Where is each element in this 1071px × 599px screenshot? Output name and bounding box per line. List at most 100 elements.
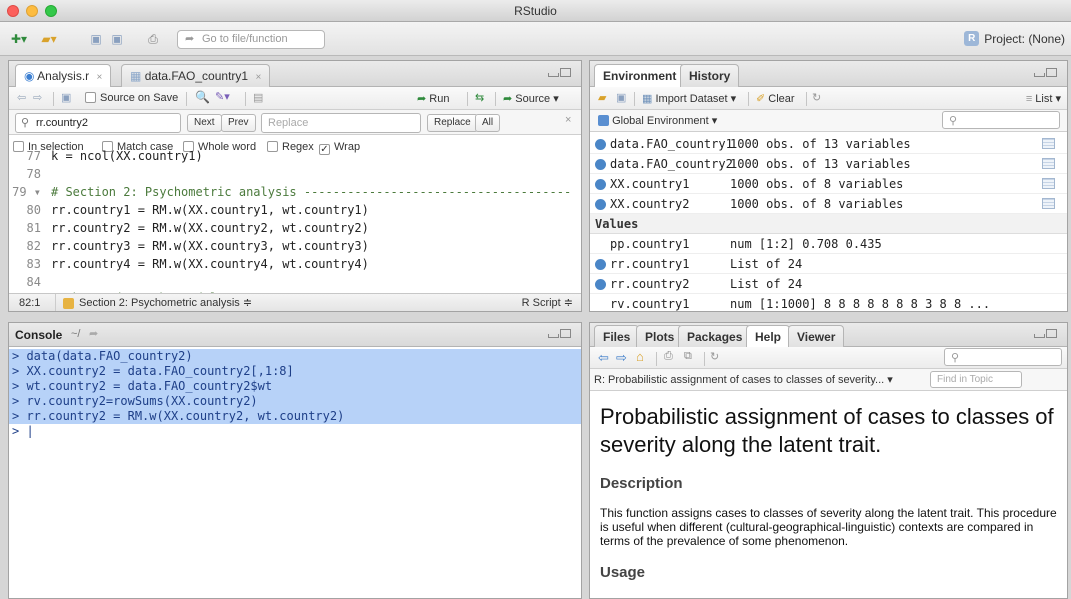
help-back-icon[interactable]: ⇦ — [598, 350, 609, 366]
environment-row[interactable]: rv.country1 num [1:1000] 8 8 8 8 8 8 8 3 … — [590, 294, 1067, 311]
go-to-file-input[interactable]: ➦ Go to file/function — [177, 30, 325, 49]
forward-icon[interactable]: ⇨ — [33, 91, 42, 104]
environment-row[interactable]: XX.country1 1000 obs. of 8 variables — [590, 174, 1067, 194]
replace-input[interactable]: Replace — [261, 113, 421, 133]
find-input-value: rr.country2 — [36, 117, 88, 129]
tab-environment[interactable]: Environment — [594, 64, 686, 88]
source-on-save-checkbox[interactable]: Source on Save — [85, 92, 178, 104]
close-tab-icon[interactable]: × — [255, 72, 261, 83]
tab-history[interactable]: History — [680, 64, 740, 87]
refresh-icon[interactable]: ↻ — [812, 91, 821, 104]
find-replace-icon[interactable]: 🔍 — [195, 90, 210, 104]
help-print-icon[interactable]: ⎙ — [664, 350, 673, 363]
help-home-icon[interactable]: ⌂ — [636, 349, 644, 364]
tab-viewer[interactable]: Viewer — [788, 325, 845, 348]
view-data-icon[interactable] — [1042, 158, 1055, 169]
clear-button[interactable]: ✐ Clear — [756, 92, 795, 105]
expand-icon[interactable] — [595, 259, 606, 270]
console-output[interactable]: > data(data.FAO_country2) > XX.country2 … — [9, 349, 581, 439]
project-label: Project: (None) — [984, 31, 1065, 46]
environment-row[interactable]: data.FAO_country1 1000 obs. of 13 variabl… — [590, 134, 1067, 154]
rerun-icon[interactable]: ⇆ — [475, 91, 484, 104]
console-title: Console — [15, 328, 63, 342]
help-window-controls[interactable] — [1033, 329, 1059, 341]
help-popout-icon[interactable]: ⧉ — [684, 350, 692, 363]
run-button[interactable]: ➦ Run — [417, 92, 449, 105]
source-tabbar: ◉ Analysis.r × ▦ data.FAO_country1 × — [9, 61, 581, 88]
outline-icon[interactable]: ▤ — [253, 91, 263, 104]
print-icon[interactable]: ⎙ — [144, 31, 162, 47]
open-project-icon[interactable]: ▰▾ — [36, 31, 62, 47]
source-arrow-icon: ➦ — [503, 93, 513, 105]
go-to-file-arrow-icon: ➦ — [185, 33, 195, 45]
tab-data-fao-country1[interactable]: ▦ data.FAO_country1 × — [121, 64, 271, 87]
find-prev-button[interactable]: Prev — [221, 114, 256, 132]
source-button[interactable]: ➦ Source ▾ — [503, 92, 559, 105]
console-line: > rr.country2 = RM.w(XX.country2, wt.cou… — [9, 409, 581, 424]
environment-window-controls[interactable] — [1033, 68, 1059, 80]
expand-icon[interactable] — [595, 139, 606, 150]
load-workspace-icon[interactable]: ▰ — [598, 91, 606, 104]
help-search-input[interactable]: ⚲ — [944, 348, 1062, 366]
view-data-icon[interactable] — [1042, 198, 1055, 209]
save-file-icon[interactable]: ▣ — [61, 91, 71, 104]
expand-icon[interactable] — [595, 279, 606, 290]
help-topic-menu[interactable]: R: Probabilistic assignment of cases to … — [594, 373, 893, 386]
console-line: > wt.country2 = data.FAO_country2$wt — [9, 379, 581, 394]
save-icon[interactable]: ▣ — [88, 31, 104, 47]
expand-icon[interactable] — [595, 179, 606, 190]
expand-icon[interactable] — [595, 159, 606, 170]
back-icon[interactable]: ⇦ — [17, 91, 26, 104]
view-data-icon[interactable] — [1042, 178, 1055, 189]
import-dataset-button[interactable]: ▦ Import Dataset ▾ — [642, 92, 736, 105]
save-workspace-icon[interactable]: ▣ — [616, 91, 626, 104]
tab-packages[interactable]: Packages — [678, 325, 752, 348]
view-data-icon[interactable] — [1042, 138, 1055, 149]
code-editor[interactable]: 77 k = ncol(XX.country1) 78 79 ▾ # Section… — [9, 149, 581, 299]
code-tools-icon[interactable]: ✎▾ — [215, 90, 230, 103]
code-line: 80 rr.country1 = RM.w(XX.country1, wt.cou… — [26, 203, 369, 217]
help-tabbar: Files Plots Packages Help Viewer — [590, 323, 1067, 349]
console-window-controls[interactable] — [547, 329, 573, 341]
go-to-file-placeholder: Go to file/function — [202, 33, 288, 45]
close-tab-icon[interactable]: × — [97, 72, 103, 83]
tab-help[interactable]: Help — [746, 325, 791, 349]
help-toolbar: ⇦ ⇨ ⌂ ⎙ ⧉ ↻ ⚲ — [590, 347, 1067, 369]
list-view-menu[interactable]: ≡ List ▾ — [1026, 92, 1061, 105]
editor-status-bar: 82:1 Section 2: Psychometric analysis ≑ … — [9, 293, 581, 311]
replace-button[interactable]: Replace — [427, 114, 478, 132]
environment-row[interactable]: rr.country2 List of 24 — [590, 274, 1067, 294]
console-header: Console ~/ ➦ — [9, 323, 581, 347]
source-pane: ◉ Analysis.r × ▦ data.FAO_country1 × ⇦ ⇨… — [8, 60, 582, 312]
expand-icon[interactable] — [595, 199, 606, 210]
source-pane-window-controls[interactable] — [547, 68, 573, 80]
replace-all-button[interactable]: All — [475, 114, 501, 132]
close-find-icon[interactable]: × — [565, 114, 571, 126]
cursor-position: 82:1 — [19, 297, 41, 309]
tab-label: Analysis.r — [37, 69, 90, 83]
new-file-icon[interactable]: ✚▾ — [8, 31, 30, 47]
help-forward-icon[interactable]: ⇨ — [616, 350, 627, 366]
file-type-menu[interactable]: R Script ≑ — [522, 294, 573, 311]
tab-plots[interactable]: Plots — [636, 325, 684, 348]
find-next-button[interactable]: Next — [187, 114, 222, 132]
save-all-icon[interactable]: ▣ — [108, 31, 126, 47]
help-refresh-icon[interactable]: ↻ — [710, 350, 719, 363]
project-menu[interactable]: R Project: (None) — [964, 31, 1065, 46]
environment-row[interactable]: pp.country1 num [1:2] 0.708 0.435 — [590, 234, 1067, 254]
find-input[interactable]: ⚲ rr.country2 — [15, 113, 181, 133]
environment-scope-menu[interactable]: Global Environment ▾ — [598, 114, 717, 127]
console-pane: Console ~/ ➦ > data(data.FAO_country2) >… — [8, 322, 582, 599]
environment-search-input[interactable]: ⚲ — [942, 111, 1060, 129]
environment-row[interactable]: data.FAO_country2 1000 obs. of 13 variabl… — [590, 154, 1067, 174]
tab-analysis-r[interactable]: ◉ Analysis.r × — [15, 64, 112, 88]
console-prompt[interactable]: > | — [9, 424, 581, 439]
section-jump-menu[interactable]: Section 2: Psychometric analysis ≑ — [79, 294, 252, 311]
go-to-directory-icon[interactable]: ➦ — [89, 327, 98, 340]
list-icon: ≡ — [1025, 93, 1033, 105]
title-bar: RStudio — [0, 0, 1071, 22]
environment-row[interactable]: XX.country2 1000 obs. of 8 variables — [590, 194, 1067, 214]
environment-row[interactable]: rr.country1 List of 24 — [590, 254, 1067, 274]
tab-files[interactable]: Files — [594, 325, 640, 348]
find-in-topic-input[interactable]: Find in Topic — [930, 371, 1022, 388]
